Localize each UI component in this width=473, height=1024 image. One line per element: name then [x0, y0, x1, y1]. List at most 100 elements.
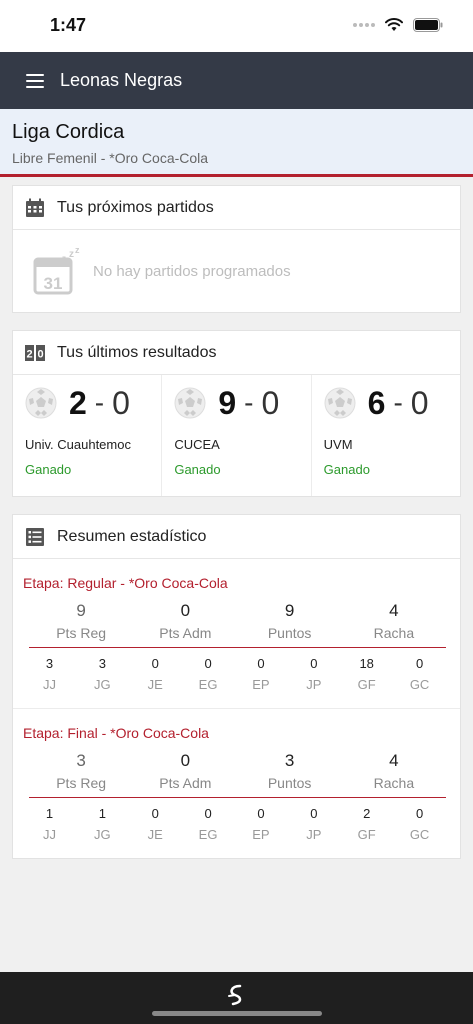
stat-value: 0: [415, 656, 424, 671]
app-header: Leonas Negras: [0, 52, 473, 109]
stat-label: Puntos: [267, 625, 312, 641]
stat-value: 9: [76, 601, 86, 620]
stat-label: GF: [357, 677, 376, 692]
score-opponent: 0: [261, 384, 280, 421]
stat-label: Pts Adm: [159, 625, 212, 641]
scoreboard-left: 2: [26, 348, 32, 360]
stage-final: Etapa: Final - *Oro Coca-Cola 3 Pts Reg 0…: [13, 709, 460, 858]
stat-label: JJ: [42, 677, 56, 692]
status-bar: 1:47: [0, 0, 473, 52]
result-status: Ganado: [323, 462, 370, 477]
team-name: CUCEA: [174, 437, 220, 452]
score-opponent: 0: [410, 384, 429, 421]
stat-value: 0: [257, 656, 265, 671]
list-icon: [26, 527, 44, 546]
stat-value: 0: [310, 656, 318, 671]
stat-value: 0: [180, 751, 191, 770]
score-sep: -: [393, 387, 403, 418]
stat-label: Puntos: [267, 775, 312, 791]
stat-value: 0: [257, 806, 265, 821]
stat-value: 0: [180, 601, 191, 620]
svg-text:z: z: [75, 245, 80, 255]
stat-label: Racha: [373, 775, 415, 791]
stat-label: EP: [252, 827, 270, 842]
stat-label: JP: [306, 827, 322, 842]
stat-value: 0: [151, 656, 159, 671]
brand-logo-icon[interactable]: [225, 984, 249, 1006]
last-results-card: 2 0 Tus últimos resultados 2 - 0 Univ. C…: [12, 330, 461, 497]
score-sep: -: [94, 387, 105, 418]
stat-label: JG: [94, 827, 111, 842]
battery-icon: [413, 18, 443, 32]
last-results-header: 2 0 Tus últimos resultados: [13, 331, 460, 375]
menu-icon[interactable]: [26, 73, 44, 88]
stat-label: EP: [252, 677, 270, 692]
app-title: Leonas Negras: [60, 70, 183, 90]
result-status: Ganado: [174, 462, 221, 477]
calendar-sleep-icon: 31 z z z: [33, 245, 80, 295]
stats-title: Resumen estadístico: [57, 527, 207, 545]
stage-detail-row: 3 JJ 3 JG 0 JE 0 EG 0 EP 0 JP 18 GF 0 GC: [23, 656, 446, 692]
soccer-ball-icon: [324, 387, 356, 419]
calendar-day: 31: [44, 274, 63, 293]
league-name: Liga Cordica: [12, 121, 125, 143]
team-name: UVM: [323, 437, 353, 452]
stat-value: 0: [204, 656, 212, 671]
stat-label: JP: [306, 677, 322, 692]
stat-value: 3: [98, 656, 106, 671]
svg-text:z: z: [62, 254, 66, 263]
next-matches-card: Tus próximos partidos 31 z z z No hay pa…: [12, 185, 461, 313]
stat-label: JG: [94, 677, 111, 692]
status-icons: [353, 18, 443, 32]
stat-value: 0: [415, 806, 424, 821]
stat-value: 3: [76, 751, 86, 770]
empty-text: No hay partidos programados: [93, 262, 291, 280]
empty-state: 31 z z z No hay partidos programados: [13, 230, 460, 312]
stat-value: 4: [389, 601, 399, 620]
stat-label: JE: [147, 827, 163, 842]
stat-label: Racha: [373, 625, 415, 641]
stat-value: 3: [284, 751, 295, 770]
score-own: 2: [69, 384, 87, 421]
stat-label: Pts Reg: [56, 775, 107, 791]
svg-text:z: z: [69, 249, 74, 260]
stat-label: EG: [198, 677, 218, 692]
status-time: 1:47: [50, 15, 87, 35]
stage-summary-row: 3 Pts Reg 0 Pts Adm 3 Puntos 4 Racha: [29, 751, 446, 798]
stat-label: Pts Adm: [159, 775, 212, 791]
next-matches-header: Tus próximos partidos: [13, 186, 460, 230]
stage-regular: Etapa: Regular - *Oro Coca-Cola 9 Pts Reg…: [13, 559, 460, 709]
result-status: Ganado: [25, 462, 72, 477]
stat-label: JE: [147, 677, 163, 692]
result-item[interactable]: 6 - 0 UVM Ganado: [312, 375, 460, 496]
last-results-title: Tus últimos resultados: [57, 343, 217, 361]
stat-value: 3: [45, 656, 54, 671]
stat-value: 9: [284, 601, 295, 620]
soccer-ball-icon: [25, 387, 57, 419]
stat-value: 1: [98, 806, 106, 821]
scoreboard-icon: 2 0: [25, 344, 45, 361]
home-indicator[interactable]: [151, 1011, 322, 1016]
signal-icon: [353, 23, 375, 27]
stat-value: 18: [359, 656, 374, 671]
score-own: 9: [218, 384, 237, 421]
stat-label: EG: [198, 827, 218, 842]
team-name: Univ. Cuauhtemoc: [25, 437, 131, 452]
stat-value: 0: [204, 806, 212, 821]
score-sep: -: [244, 387, 254, 418]
stat-value: 0: [310, 806, 318, 821]
stat-label: GF: [357, 827, 376, 842]
soccer-ball-icon: [174, 387, 206, 419]
score-opponent: 0: [112, 384, 130, 421]
stat-label: JJ: [42, 827, 56, 842]
stage-title: Etapa: Final - *Oro Coca-Cola: [23, 725, 209, 741]
stat-value: 2: [363, 806, 371, 821]
result-item[interactable]: 9 - 0 CUCEA Ganado: [162, 375, 312, 496]
stats-card: Resumen estadístico Etapa: Regular - *Or…: [12, 514, 461, 859]
next-matches-title: Tus próximos partidos: [57, 198, 214, 216]
stat-label: GC: [409, 677, 430, 692]
stat-label: Pts Reg: [56, 625, 107, 641]
result-item[interactable]: 2 - 0 Univ. Cuauhtemoc Ganado: [13, 375, 163, 496]
score-own: 6: [367, 384, 386, 421]
scoreboard-right: 0: [37, 348, 43, 360]
